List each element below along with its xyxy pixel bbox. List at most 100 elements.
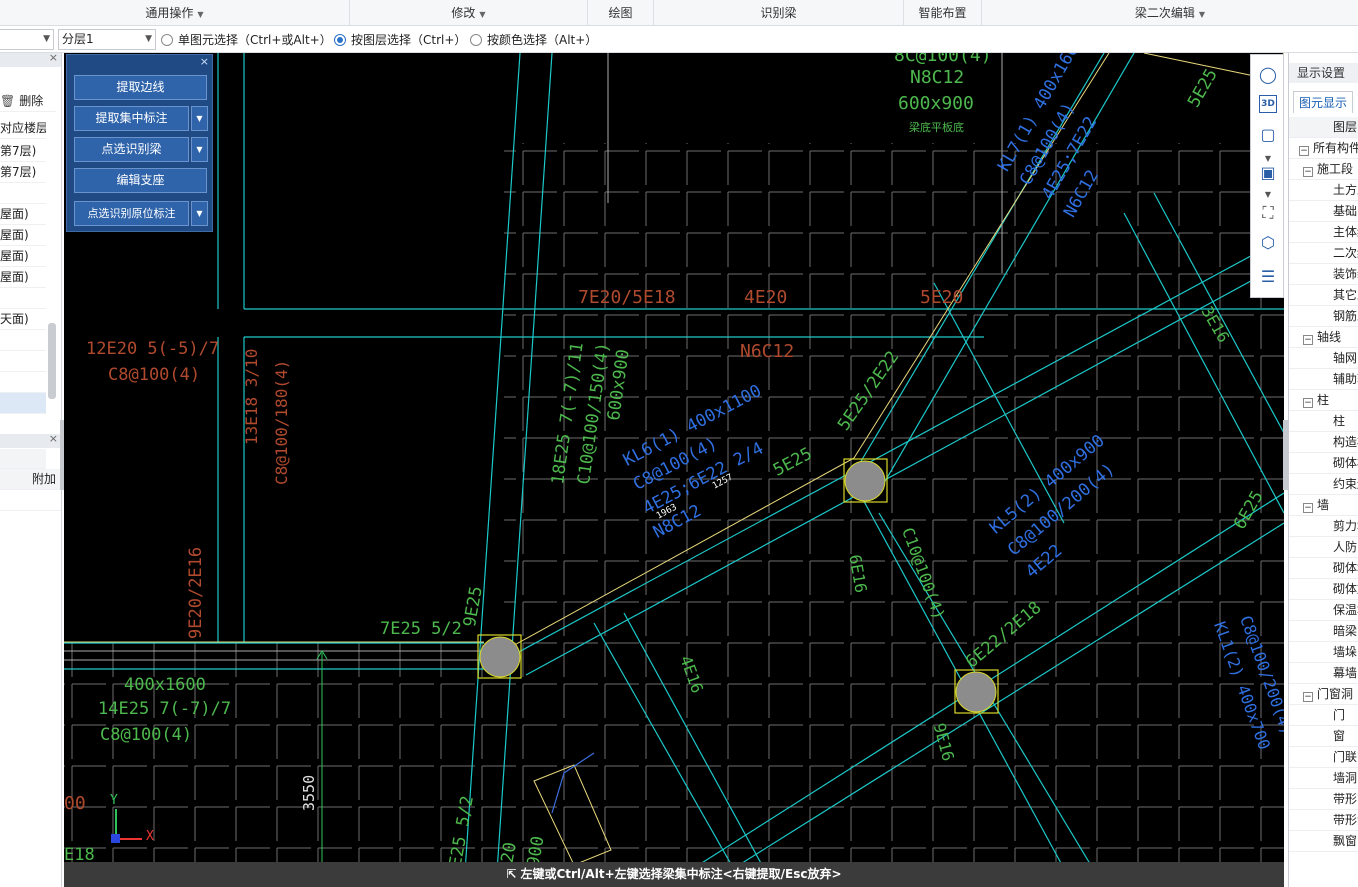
- list-item[interactable]: 第7层): [0, 162, 46, 183]
- tree-item[interactable]: 墙垛: [1289, 642, 1358, 663]
- tree-item[interactable]: 带形洞: [1289, 810, 1358, 831]
- tree-item[interactable]: − 施工段: [1289, 159, 1358, 180]
- menu-beam-secondary-edit[interactable]: 梁二次编辑 ▼: [982, 0, 1358, 26]
- tree-item[interactable]: 保温墙: [1289, 600, 1358, 621]
- box-select-icon[interactable]: ⬡: [1256, 231, 1280, 255]
- list-item[interactable]: 屋面): [0, 204, 46, 225]
- list-item[interactable]: 屋面): [0, 246, 46, 267]
- tree-item[interactable]: − 轴线: [1289, 327, 1358, 348]
- drawing-canvas[interactable]: 8C@100(4) N8C12 600x900 梁底平板底 12E20 5(-5…: [64, 53, 1284, 887]
- tree-item[interactable]: 墙洞: [1289, 768, 1358, 789]
- tree-item[interactable]: 轴网: [1289, 348, 1358, 369]
- tree-item[interactable]: 门联窗: [1289, 747, 1358, 768]
- beam-label: 5E25: [770, 443, 816, 481]
- chevron-down-icon[interactable]: ▼: [191, 106, 208, 131]
- list-item[interactable]: 屋面): [0, 267, 46, 288]
- list-item[interactable]: [0, 330, 46, 351]
- floor-combo[interactable]: ▼: [0, 29, 54, 50]
- tree-item[interactable]: 砌体墙: [1289, 558, 1358, 579]
- tree-item[interactable]: − 柱: [1289, 390, 1358, 411]
- list-item[interactable]: [0, 351, 46, 372]
- list-item[interactable]: 第7层): [0, 141, 46, 162]
- tree-item[interactable]: 柱: [1289, 411, 1358, 432]
- close-icon[interactable]: ×: [200, 55, 209, 68]
- tree-item[interactable]: 暗梁: [1289, 621, 1358, 642]
- tree-item[interactable]: 辅助轴: [1289, 369, 1358, 390]
- panel-title: 显示设置: [1289, 63, 1358, 83]
- extract-centralized-label-button[interactable]: 提取集中标注: [74, 106, 189, 131]
- list-item[interactable]: [0, 372, 46, 393]
- tree-item[interactable]: 二次结: [1289, 243, 1358, 264]
- list-item[interactable]: 对应楼层: [0, 118, 46, 139]
- tree-item[interactable]: 带形窗: [1289, 789, 1358, 810]
- radio-single-select[interactable]: 单图元选择（Ctrl+或Alt+）: [161, 30, 332, 50]
- collapse-icon[interactable]: −: [1303, 167, 1313, 177]
- menu-draw[interactable]: 绘图: [588, 0, 654, 26]
- delete-button[interactable]: 🗑 删除: [0, 91, 56, 112]
- list-item[interactable]: 天面): [0, 309, 46, 330]
- cube-solid-icon[interactable]: ▣: [1256, 161, 1280, 185]
- property-list-icon[interactable]: ☰: [1256, 265, 1280, 289]
- tree-item[interactable]: 人防门: [1289, 537, 1358, 558]
- list-item[interactable]: 屋面): [0, 225, 46, 246]
- tree-item[interactable]: − 墙: [1289, 495, 1358, 516]
- collapse-icon[interactable]: −: [1303, 692, 1313, 702]
- list-item[interactable]: [0, 183, 46, 204]
- list-item[interactable]: [0, 288, 46, 309]
- beam-label: 梁底平板底: [909, 121, 964, 134]
- tree-item[interactable]: 土方工: [1289, 180, 1358, 201]
- fit-extent-icon[interactable]: ⛶: [1256, 201, 1280, 225]
- annotation-layer: 8C@100(4) N8C12 600x900 梁底平板底 12E20 5(-5…: [64, 53, 1284, 887]
- chevron-down-icon: ▼: [43, 34, 50, 44]
- menu-identify-beam[interactable]: 识别梁: [654, 0, 904, 26]
- chevron-down-icon[interactable]: ▼: [191, 201, 208, 226]
- cube-front-icon[interactable]: ▢: [1256, 123, 1280, 147]
- menu-modify[interactable]: 修改 ▼: [350, 0, 588, 26]
- tree-item[interactable]: − 所有构件: [1289, 138, 1358, 159]
- tree-item[interactable]: 主体结: [1289, 222, 1358, 243]
- list-item-selected[interactable]: [0, 393, 46, 414]
- right-splitter-handle[interactable]: [1283, 420, 1288, 490]
- tree-item[interactable]: 构造柱: [1289, 432, 1358, 453]
- tree-item[interactable]: 窗: [1289, 726, 1358, 747]
- tree-item[interactable]: 装饰装: [1289, 264, 1358, 285]
- radio-layer-select[interactable]: 按图层选择（Ctrl+）: [334, 30, 466, 50]
- tree-item[interactable]: 砌体柱: [1289, 453, 1358, 474]
- collapse-icon[interactable]: −: [1303, 398, 1313, 408]
- left-scrollbar-thumb[interactable]: [48, 323, 56, 399]
- chevron-down-icon[interactable]: ▼: [191, 137, 208, 162]
- menu-smart-layout[interactable]: 智能布置: [904, 0, 982, 26]
- point-identify-beam-button[interactable]: 点选识别梁: [74, 137, 189, 162]
- tree-item[interactable]: 钢筋工: [1289, 306, 1358, 327]
- extract-edge-button[interactable]: 提取边线: [74, 75, 207, 100]
- collapse-icon[interactable]: −: [1299, 146, 1309, 156]
- radio-color-select[interactable]: 按颜色选择（Alt+）: [470, 30, 597, 50]
- tree-item-label: 窗: [1333, 729, 1346, 743]
- tree-item[interactable]: 其它工: [1289, 285, 1358, 306]
- layer-combo[interactable]: 分层1 ▼: [58, 29, 156, 50]
- menu-general-ops[interactable]: 通用操作 ▼: [0, 0, 350, 26]
- orbit-icon[interactable]: ◯: [1256, 63, 1280, 87]
- tree-item[interactable]: 约束边: [1289, 474, 1358, 495]
- tree-item-label: 暗梁: [1333, 624, 1358, 638]
- collapse-icon[interactable]: −: [1303, 335, 1313, 345]
- tree-item[interactable]: 砌体加: [1289, 579, 1358, 600]
- table-row[interactable]: [0, 490, 61, 511]
- point-identify-original-label-button[interactable]: 点选识别原位标注: [74, 201, 189, 226]
- tree-item[interactable]: 幕墙: [1289, 663, 1358, 684]
- edit-support-button[interactable]: 编辑支座: [74, 168, 207, 193]
- close-icon[interactable]: ×: [49, 53, 58, 64]
- tree-item-label: 装饰装: [1333, 267, 1358, 281]
- tree-item[interactable]: 剪力墙: [1289, 516, 1358, 537]
- tree-item-label: 带形洞: [1333, 813, 1358, 827]
- close-icon[interactable]: ×: [49, 432, 58, 445]
- tree-item[interactable]: 基础: [1289, 201, 1358, 222]
- 3d-icon[interactable]: 3D: [1259, 95, 1277, 113]
- tree-item[interactable]: − 门窗洞: [1289, 684, 1358, 705]
- collapse-icon[interactable]: −: [1303, 503, 1313, 513]
- beam-label: 7E20/5E18: [578, 287, 676, 308]
- left-panel-header: ×: [0, 53, 61, 67]
- tree-item[interactable]: 门: [1289, 705, 1358, 726]
- tab-element-display[interactable]: 图元显示: [1293, 91, 1354, 113]
- tree-item[interactable]: 飘窗: [1289, 831, 1358, 852]
